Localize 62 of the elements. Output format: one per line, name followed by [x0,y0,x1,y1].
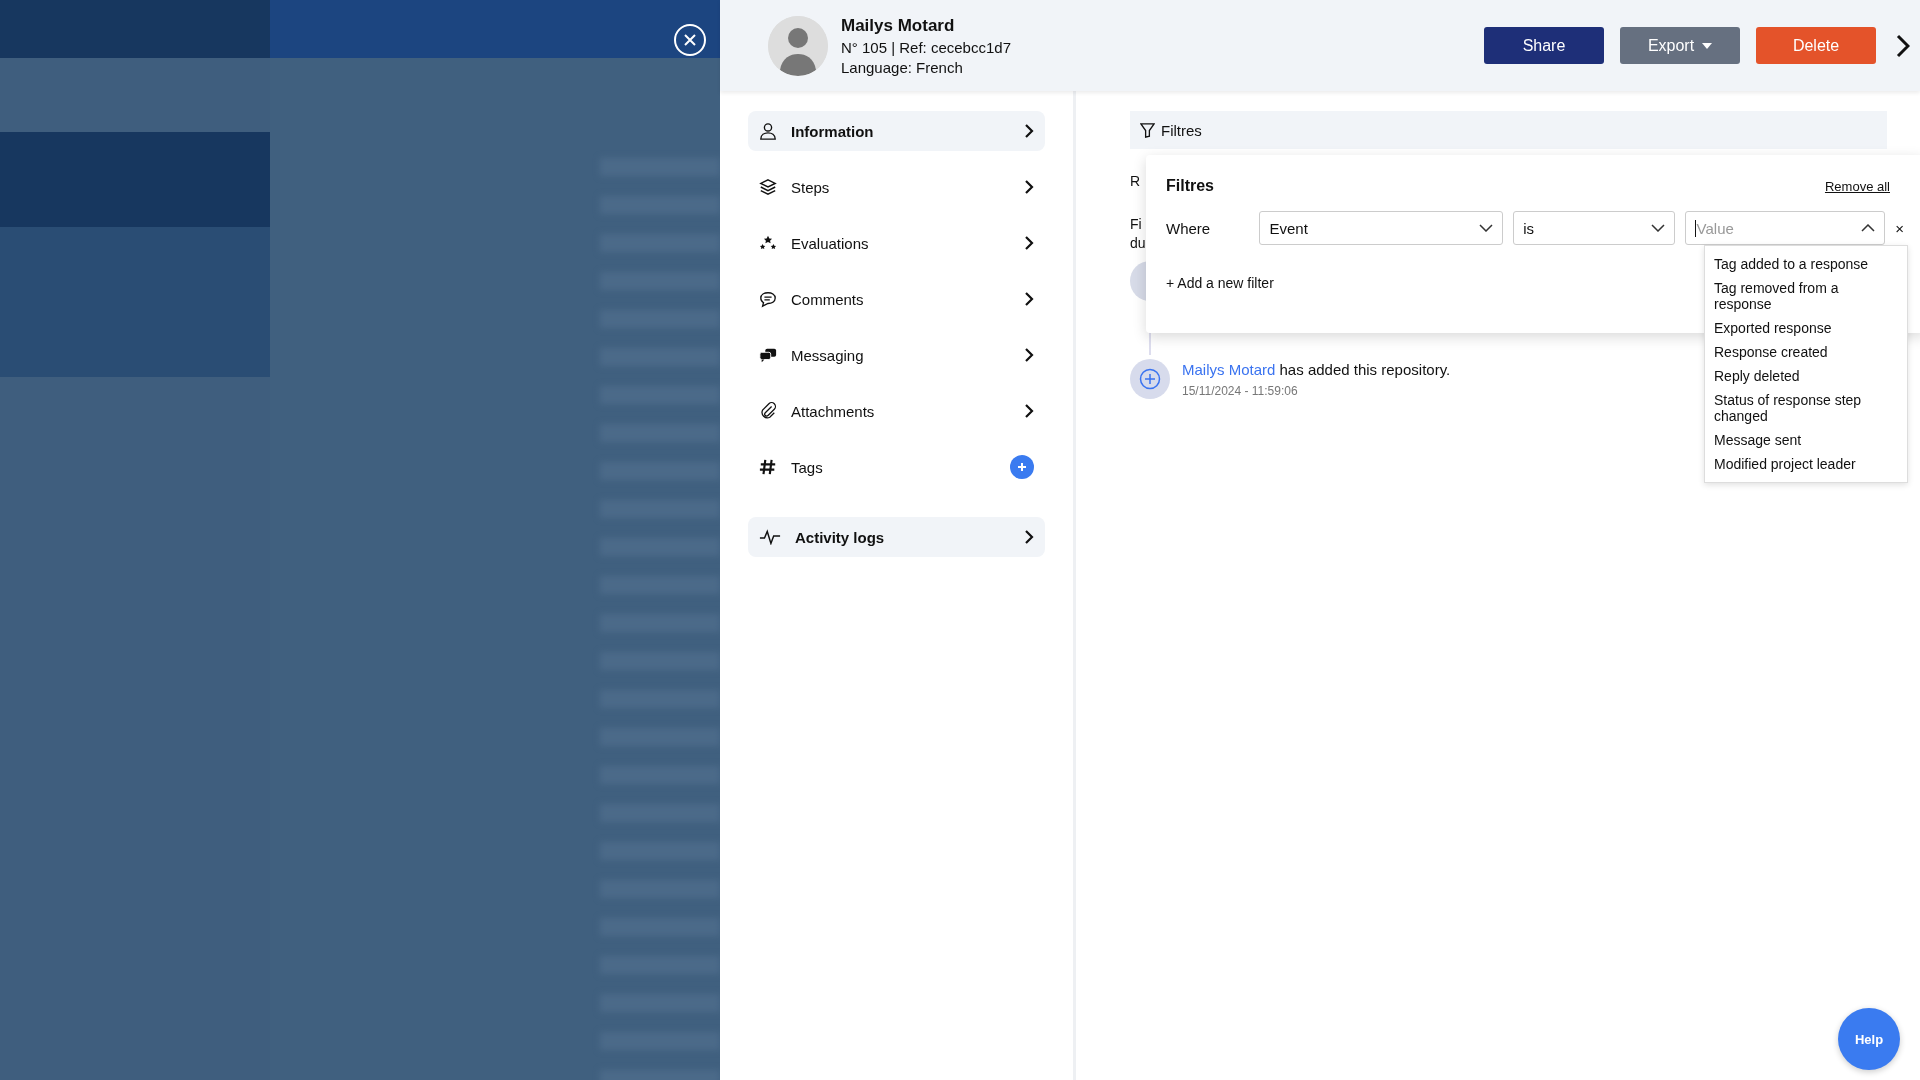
dropdown-option[interactable]: Exported response [1705,316,1907,340]
covered-text: Fi du [1130,215,1146,253]
chevron-right-icon [1024,179,1034,195]
plus-icon [1017,462,1027,472]
help-button[interactable]: Help [1838,1008,1900,1070]
dropdown-option[interactable]: Message sent [1705,428,1907,452]
dropdown-option[interactable]: Modified project leader [1705,452,1907,476]
layers-icon [759,178,777,196]
chevron-right-icon[interactable] [1896,33,1910,58]
chevron-right-icon [1024,235,1034,251]
nav-item[interactable]: Tags [748,447,1045,487]
add-tag-button[interactable] [1010,455,1034,479]
export-dropdown-button[interactable]: Export [1620,27,1740,64]
plus-circle-icon [1130,359,1170,399]
field-select[interactable]: Event [1259,211,1504,245]
delete-button[interactable]: Delete [1756,27,1876,64]
author-link[interactable]: Mailys Motard [1182,361,1276,378]
profile-reference: N° 105 | Ref: cecebcc1d7 [841,38,1011,56]
pulse-icon [759,529,781,545]
profile-name: Mailys Motard [841,15,956,36]
filter-icon [1140,122,1155,138]
log-entry-text: Mailys Motard has added this repository. [1182,361,1451,378]
chevron-down-icon [1650,224,1665,232]
caret-down-icon [1702,42,1713,49]
chevron-right-icon [1024,347,1034,363]
profile-language: Language: French [841,58,964,76]
operator-select[interactable]: is [1513,211,1675,245]
dropdown-option[interactable]: Tag added to a response [1705,252,1907,276]
nav-item[interactable]: Evaluations [748,223,1045,263]
nav-item[interactable]: Information [748,111,1045,151]
log-timestamp: 15/11/2024 - 11:59:06 [1182,384,1299,398]
stars-icon [759,234,777,252]
popup-title: Filtres [1166,177,1214,195]
chevron-right-icon [1024,403,1034,419]
paperclip-icon [759,402,777,420]
where-label: Where [1166,219,1212,237]
dropdown-option[interactable]: Response created [1705,340,1907,364]
share-button[interactable]: Share [1484,27,1604,64]
chevron-icon [1861,224,1876,232]
user-icon [759,122,777,140]
nav-item[interactable]: Activity logs [748,517,1045,557]
dropdown-option[interactable]: Tag removed from a response [1705,276,1907,316]
nav-item[interactable]: Attachments [748,391,1045,431]
chevron-right-icon [1024,291,1034,307]
close-icon [683,33,697,47]
covered-text: R [1130,173,1141,189]
nav-item[interactable]: Steps [748,167,1045,207]
close-button[interactable] [674,24,706,56]
remove-all-link[interactable]: Remove all [1824,178,1890,194]
remove-filter-button[interactable]: × [1895,219,1904,237]
nav-item[interactable]: Comments [748,279,1045,319]
filter-bar[interactable]: Filtres [1130,111,1887,149]
add-filter-button[interactable]: + Add a new filter [1166,275,1274,291]
nav-item[interactable]: Messaging [748,335,1045,375]
chat-bubbles-icon [759,346,777,364]
chevron-right-icon [1024,123,1034,139]
chevron-right-icon [1024,529,1034,545]
chevron-down-icon [1479,224,1494,232]
speech-bubble-icon [759,290,777,308]
dropdown-option[interactable]: Status of response step changed [1705,388,1907,428]
dropdown-option[interactable]: Reply deleted [1705,364,1907,388]
hashtag-icon [759,458,777,476]
